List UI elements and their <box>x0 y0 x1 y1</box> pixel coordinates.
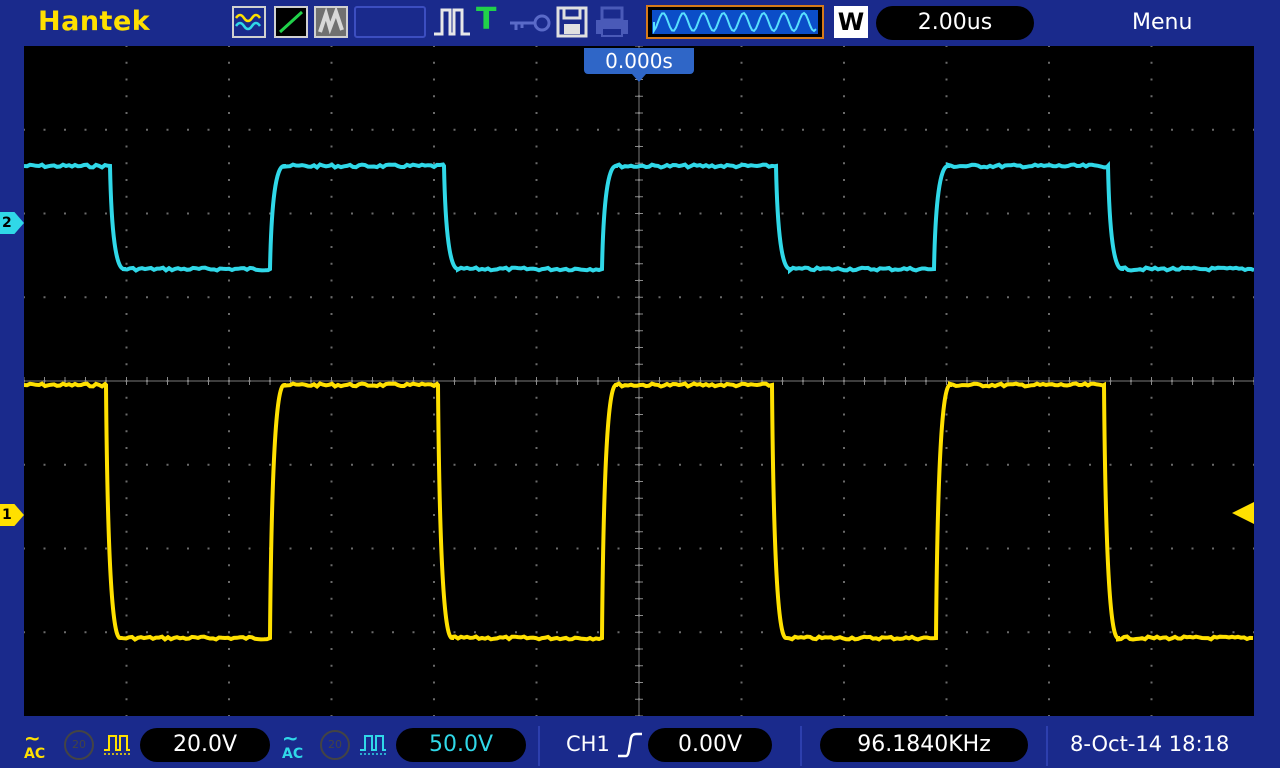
wave-display-icon[interactable] <box>232 6 266 38</box>
save-icon[interactable] <box>556 6 588 38</box>
divider <box>538 726 540 766</box>
trigger-position-arrow-icon <box>632 74 646 82</box>
ch2-square-wave-icon <box>358 728 388 758</box>
waveform-display <box>24 46 1254 716</box>
brand-logo: Hantek <box>38 6 151 37</box>
pulse-icon[interactable] <box>432 4 472 40</box>
key-lock-icon[interactable] <box>508 8 552 38</box>
status-blank-box <box>354 6 426 38</box>
ch2-coupling[interactable]: ∼ AC <box>282 726 312 764</box>
ch1-square-wave-icon <box>102 728 132 758</box>
waveform-svg <box>24 46 1254 716</box>
ch2-bandwidth-limit-icon[interactable]: 20 <box>320 730 350 760</box>
waveform-window-indicator[interactable] <box>646 5 824 39</box>
print-icon[interactable] <box>592 6 632 38</box>
trigger-source[interactable]: CH1 <box>566 732 610 756</box>
ch1-coupling[interactable]: ∼ AC <box>24 726 54 764</box>
persistence-icon[interactable] <box>314 6 348 38</box>
date-time: 8-Oct-14 18:18 <box>1070 732 1230 756</box>
graticule <box>24 46 1254 716</box>
ch2-offset-marker[interactable]: 2 <box>0 212 24 234</box>
rising-edge-icon[interactable] <box>614 730 644 760</box>
trigger-level-marker-icon[interactable] <box>1232 502 1254 524</box>
timebase-readout[interactable]: 2.00us <box>876 6 1034 40</box>
top-toolbar: Hantek T W 2.00us Menu <box>0 0 1280 46</box>
ch2-volts-per-div[interactable]: 50.0V <box>396 728 526 762</box>
frequency-counter: 96.1840KHz <box>820 728 1028 762</box>
ch1-bandwidth-limit-icon[interactable]: 20 <box>64 730 94 760</box>
menu-button[interactable]: Menu <box>1132 10 1192 35</box>
ch1-volts-per-div[interactable]: 20.0V <box>140 728 270 762</box>
divider <box>800 726 802 766</box>
vector-line-icon[interactable] <box>274 6 308 38</box>
acquire-mode-badge[interactable]: W <box>834 6 868 38</box>
divider <box>1046 726 1048 766</box>
status-bar: ∼ AC 20 20.0V ∼ AC 20 50.0V CH1 0.00V 96… <box>0 722 1280 768</box>
trigger-position-readout[interactable]: 0.000s <box>584 48 694 74</box>
trigger-icon[interactable]: T <box>476 2 496 37</box>
trigger-level-readout[interactable]: 0.00V <box>648 728 772 762</box>
ch1-offset-marker[interactable]: 1 <box>0 504 24 526</box>
